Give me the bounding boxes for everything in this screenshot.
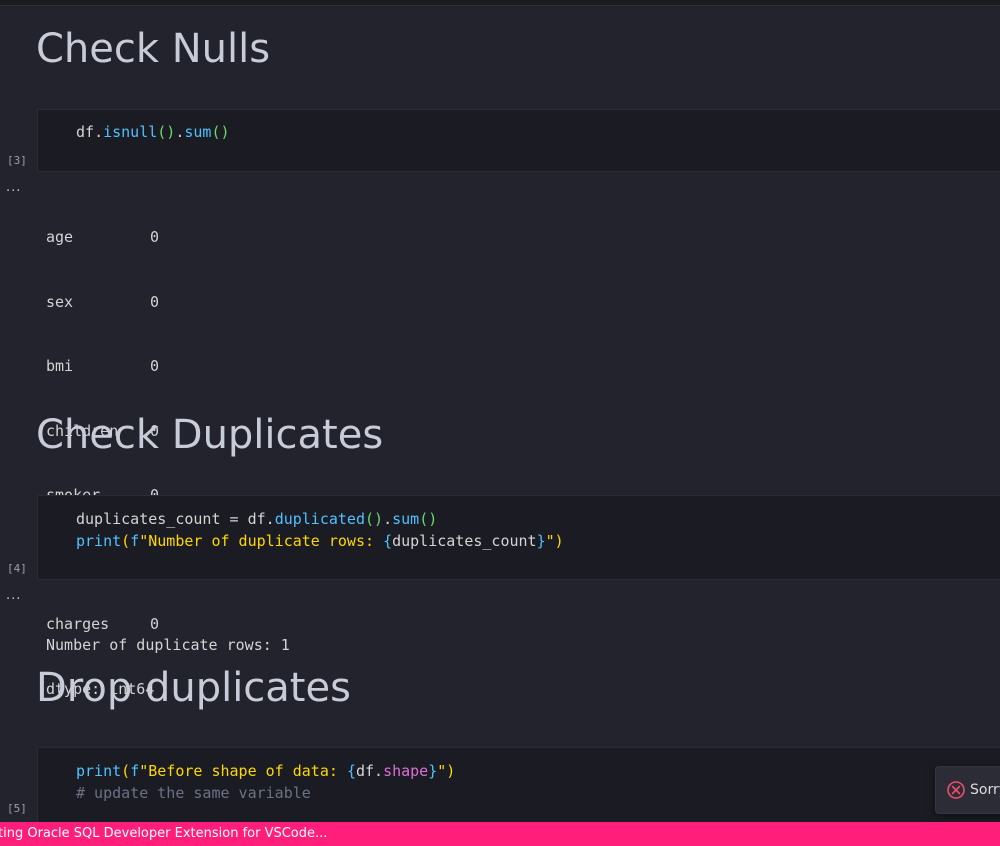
execution-count: [4] xyxy=(7,562,27,575)
code-token: . xyxy=(94,123,104,141)
code-token: () xyxy=(211,123,230,141)
error-notification-toast[interactable]: Sorry xyxy=(935,766,1000,814)
code-token: ( xyxy=(121,762,131,780)
code-token: shape xyxy=(383,762,429,780)
code-token: } xyxy=(428,762,438,780)
code-token: " xyxy=(545,532,555,550)
code-token: ) xyxy=(446,762,456,780)
code-comment-line[interactable]: # update the same variable xyxy=(76,786,311,801)
code-token: } xyxy=(536,532,546,550)
code-token: isnull xyxy=(103,123,158,141)
code-token: ) xyxy=(554,532,564,550)
output-value: 0 xyxy=(150,357,160,375)
code-token: = xyxy=(220,510,248,528)
code-token: df xyxy=(247,510,266,528)
notebook-editor: Check Nulls df.isnull().sum() [3] ··· ag… xyxy=(0,0,1000,846)
code-token: () xyxy=(419,510,438,528)
code-token: "Before shape of data: xyxy=(139,762,347,780)
code-token: . xyxy=(265,510,275,528)
code-token: df xyxy=(76,123,95,141)
code-cell-3[interactable]: df.isnull().sum() xyxy=(37,109,1000,172)
output-more-actions[interactable]: ··· xyxy=(6,592,21,607)
markdown-heading-check-nulls: Check Nulls xyxy=(36,26,271,72)
code-token: ( xyxy=(121,532,131,550)
code-token: print xyxy=(76,532,122,550)
notification-message: Sorry xyxy=(970,782,1000,798)
code-line[interactable]: df.isnull().sum() xyxy=(76,125,230,140)
code-token: sum xyxy=(392,510,420,528)
output-row: bmi 0 xyxy=(46,356,159,378)
code-line[interactable]: duplicates_count = df.duplicated().sum() xyxy=(76,512,437,527)
code-token: . xyxy=(374,762,384,780)
output-key: sex xyxy=(46,292,74,311)
markdown-heading-check-duplicates: Check Duplicates xyxy=(36,412,384,458)
editor-top-border xyxy=(0,0,1000,6)
output-value: 0 xyxy=(150,292,160,311)
execution-count: [3] xyxy=(7,154,27,167)
code-cell-5[interactable]: print(f"Before shape of data: {df.shape}… xyxy=(37,747,1000,827)
output-key: age xyxy=(46,228,74,246)
code-token: () xyxy=(157,123,176,141)
markdown-heading-drop-duplicates: Drop duplicates xyxy=(36,665,351,711)
status-bar-message[interactable]: ting Oracle SQL Developer Extension for … xyxy=(0,826,327,841)
code-token: . xyxy=(383,510,393,528)
output-row: sex 0 xyxy=(46,292,159,314)
code-token: { xyxy=(383,532,393,550)
code-token: duplicates_count xyxy=(392,532,537,550)
output-key: bmi xyxy=(46,357,74,375)
code-token: " xyxy=(437,762,447,780)
code-token: duplicated xyxy=(274,510,365,528)
code-token: sum xyxy=(184,123,212,141)
execution-count: [5] xyxy=(7,802,27,815)
status-bar: ting Oracle SQL Developer Extension for … xyxy=(0,822,1000,846)
code-line[interactable]: print(f"Number of duplicate rows: {dupli… xyxy=(76,534,564,549)
code-token: () xyxy=(365,510,384,528)
code-token: duplicates_count xyxy=(76,510,221,528)
output-line: Number of duplicate rows: 1 xyxy=(46,636,290,654)
code-token: f xyxy=(130,532,140,550)
output-value: 0 xyxy=(150,228,160,246)
code-line[interactable]: print(f"Before shape of data: {df.shape}… xyxy=(76,764,455,779)
code-token: "Number of duplicate rows: xyxy=(139,532,384,550)
output-row: age 0 xyxy=(46,227,159,249)
code-token: print xyxy=(76,762,122,780)
code-token: df xyxy=(355,762,375,780)
output-more-actions[interactable]: ··· xyxy=(6,184,21,199)
error-circle-icon xyxy=(947,781,965,799)
code-cell-4[interactable]: duplicates_count = df.duplicated().sum()… xyxy=(37,495,1000,580)
code-token: { xyxy=(346,762,356,780)
code-token: f xyxy=(130,762,140,780)
